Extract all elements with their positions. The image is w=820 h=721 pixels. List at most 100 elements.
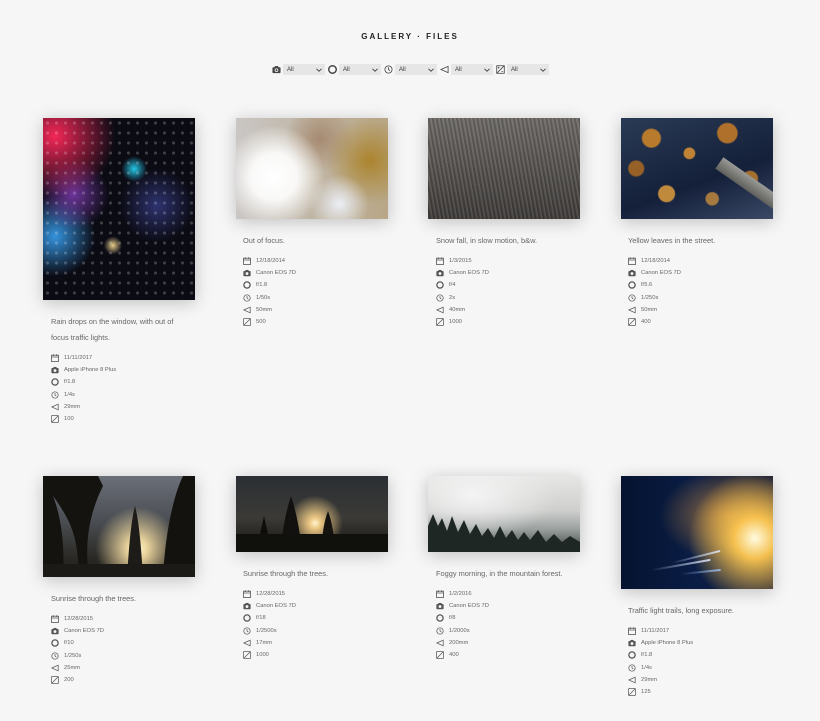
photo-foggy-forest[interactable] <box>428 476 580 552</box>
photo-date: 12/28/2015 <box>64 616 94 623</box>
photo-rain-drops[interactable] <box>43 118 195 300</box>
calendar-icon <box>51 615 59 623</box>
photo-focal-length: 50mm <box>641 306 658 313</box>
timer-icon <box>51 391 59 399</box>
photo-focal-length: 29mm <box>64 403 81 410</box>
photo-yellow-leaves[interactable] <box>621 118 773 219</box>
photo-caption: Out of focus. <box>243 236 285 245</box>
photo-card[interactable]: Yellow leaves in the street. 12/18/2014 … <box>621 118 776 328</box>
iso-icon <box>243 318 251 326</box>
photo-sunrise-trees-2[interactable] <box>236 476 388 552</box>
filter-camera: All <box>271 64 325 75</box>
photo-caption: Foggy morning, in the mountain forest. <box>436 569 563 578</box>
focal-length-icon <box>628 676 636 684</box>
timer-icon <box>628 294 636 302</box>
timer-icon <box>243 627 251 635</box>
photo-card[interactable]: Foggy morning, in the mountain forest. 1… <box>428 476 583 661</box>
photo-aperture: f/1.8 <box>641 652 653 659</box>
focal-length-icon <box>243 306 251 314</box>
photo-shutter: 1/2000s <box>449 627 470 634</box>
photo-date: 12/28/2015 <box>256 591 286 598</box>
timer-icon <box>383 65 393 75</box>
iso-filter-select[interactable]: All <box>507 64 549 75</box>
photo-iso: 400 <box>641 319 651 326</box>
photo-out-of-focus[interactable] <box>236 118 388 219</box>
photo-aperture: f/8 <box>449 615 456 622</box>
photo-aperture: f/4 <box>449 282 456 289</box>
photo-date: 1/2/2016 <box>449 591 472 598</box>
photo-card[interactable]: Sunrise through the trees. 12/28/2015 Ca… <box>236 476 391 661</box>
photo-aperture: f/1.8 <box>64 379 76 386</box>
calendar-icon <box>628 257 636 265</box>
photo-sunrise-trees-1[interactable] <box>43 476 195 577</box>
photo-aperture: f/1.8 <box>256 282 268 289</box>
page-title: GALLERY · FILES <box>361 32 459 41</box>
photo-meta: 1/3/2015 Canon EOS 7D f/4 2s 40mm 1000 <box>428 255 583 328</box>
camera-icon <box>628 639 636 647</box>
shutter-filter-select[interactable]: All <box>395 64 437 75</box>
photo-iso: 500 <box>256 319 266 326</box>
focal-length-icon <box>439 65 449 75</box>
filter-shutter: All <box>383 64 437 75</box>
photo-card[interactable]: Traffic light trails, long exposure. 11/… <box>621 476 776 698</box>
aperture-icon <box>51 639 59 648</box>
focal-length-icon <box>628 306 636 314</box>
camera-icon <box>436 269 444 277</box>
photo-iso: 100 <box>64 416 74 423</box>
photo-caption: Yellow leaves in the street. <box>628 236 716 245</box>
photo-camera: Apple iPhone 8 Plus <box>641 640 694 647</box>
aperture-filter-select[interactable]: All <box>339 64 381 75</box>
photo-traffic-light-trails[interactable] <box>621 476 773 589</box>
chevron-down-icon <box>428 68 434 72</box>
photo-meta: 12/28/2015 Canon EOS 7D f/10 1/250s 25mm… <box>43 613 198 686</box>
photo-focal-length: 17mm <box>256 639 273 646</box>
photo-card[interactable]: Rain drops on the window, with out of fo… <box>43 118 198 425</box>
photo-focal-length: 40mm <box>449 306 466 313</box>
photo-meta: 11/11/2017 Apple iPhone 8 Plus f/1.8 1/4… <box>621 625 776 698</box>
photo-card[interactable]: Out of focus. 12/18/2014 Canon EOS 7D f/… <box>236 118 391 328</box>
chevron-down-icon <box>484 68 490 72</box>
chevron-down-icon <box>316 68 322 72</box>
calendar-icon <box>436 257 444 265</box>
timer-icon <box>51 652 59 660</box>
chevron-down-icon <box>372 68 378 72</box>
photo-card[interactable]: Snow fall, in slow motion, b&w. 1/3/2015… <box>428 118 583 328</box>
photo-snow-fall[interactable] <box>428 118 580 219</box>
photo-caption: Sunrise through the trees. <box>243 569 329 578</box>
photo-focal-length: 50mm <box>256 306 273 313</box>
focal-length-icon <box>51 403 59 411</box>
iso-icon <box>51 676 59 684</box>
aperture-icon <box>628 281 636 290</box>
focal-length-filter-select[interactable]: All <box>451 64 493 75</box>
camera-icon <box>628 269 636 277</box>
filter-iso: All <box>495 64 549 75</box>
focal-length-icon <box>436 306 444 314</box>
photo-focal-length: 29mm <box>641 676 658 683</box>
photo-date: 11/11/2017 <box>641 628 670 635</box>
camera-icon <box>243 602 251 610</box>
photo-camera: Canon EOS 7D <box>64 628 104 635</box>
photo-focal-length: 200mm <box>449 639 469 646</box>
calendar-icon <box>51 354 59 362</box>
photo-shutter: 1/250s <box>641 294 659 301</box>
photo-iso: 200 <box>64 677 74 684</box>
aperture-icon <box>628 651 636 660</box>
photo-focal-length: 25mm <box>64 664 81 671</box>
photo-date: 11/11/2017 <box>64 355 93 362</box>
photo-date: 1/3/2015 <box>449 258 472 265</box>
iso-icon <box>243 651 251 659</box>
photo-caption: Snow fall, in slow motion, b&w. <box>436 236 538 245</box>
camera-filter-select[interactable]: All <box>283 64 325 75</box>
filter-aperture: All <box>327 64 381 75</box>
photo-date: 12/18/2014 <box>641 258 671 265</box>
filter-focal-length: All <box>439 64 493 75</box>
timer-icon <box>436 627 444 635</box>
calendar-icon <box>628 627 636 635</box>
focal-length-icon <box>243 639 251 647</box>
camera-icon <box>271 65 281 75</box>
camera-icon <box>51 366 59 374</box>
photo-camera: Apple iPhone 8 Plus <box>64 367 117 374</box>
photo-aperture: f/18 <box>256 615 266 622</box>
photo-card[interactable]: Sunrise through the trees. 12/28/2015 Ca… <box>43 476 198 686</box>
photo-camera: Canon EOS 7D <box>449 603 489 610</box>
